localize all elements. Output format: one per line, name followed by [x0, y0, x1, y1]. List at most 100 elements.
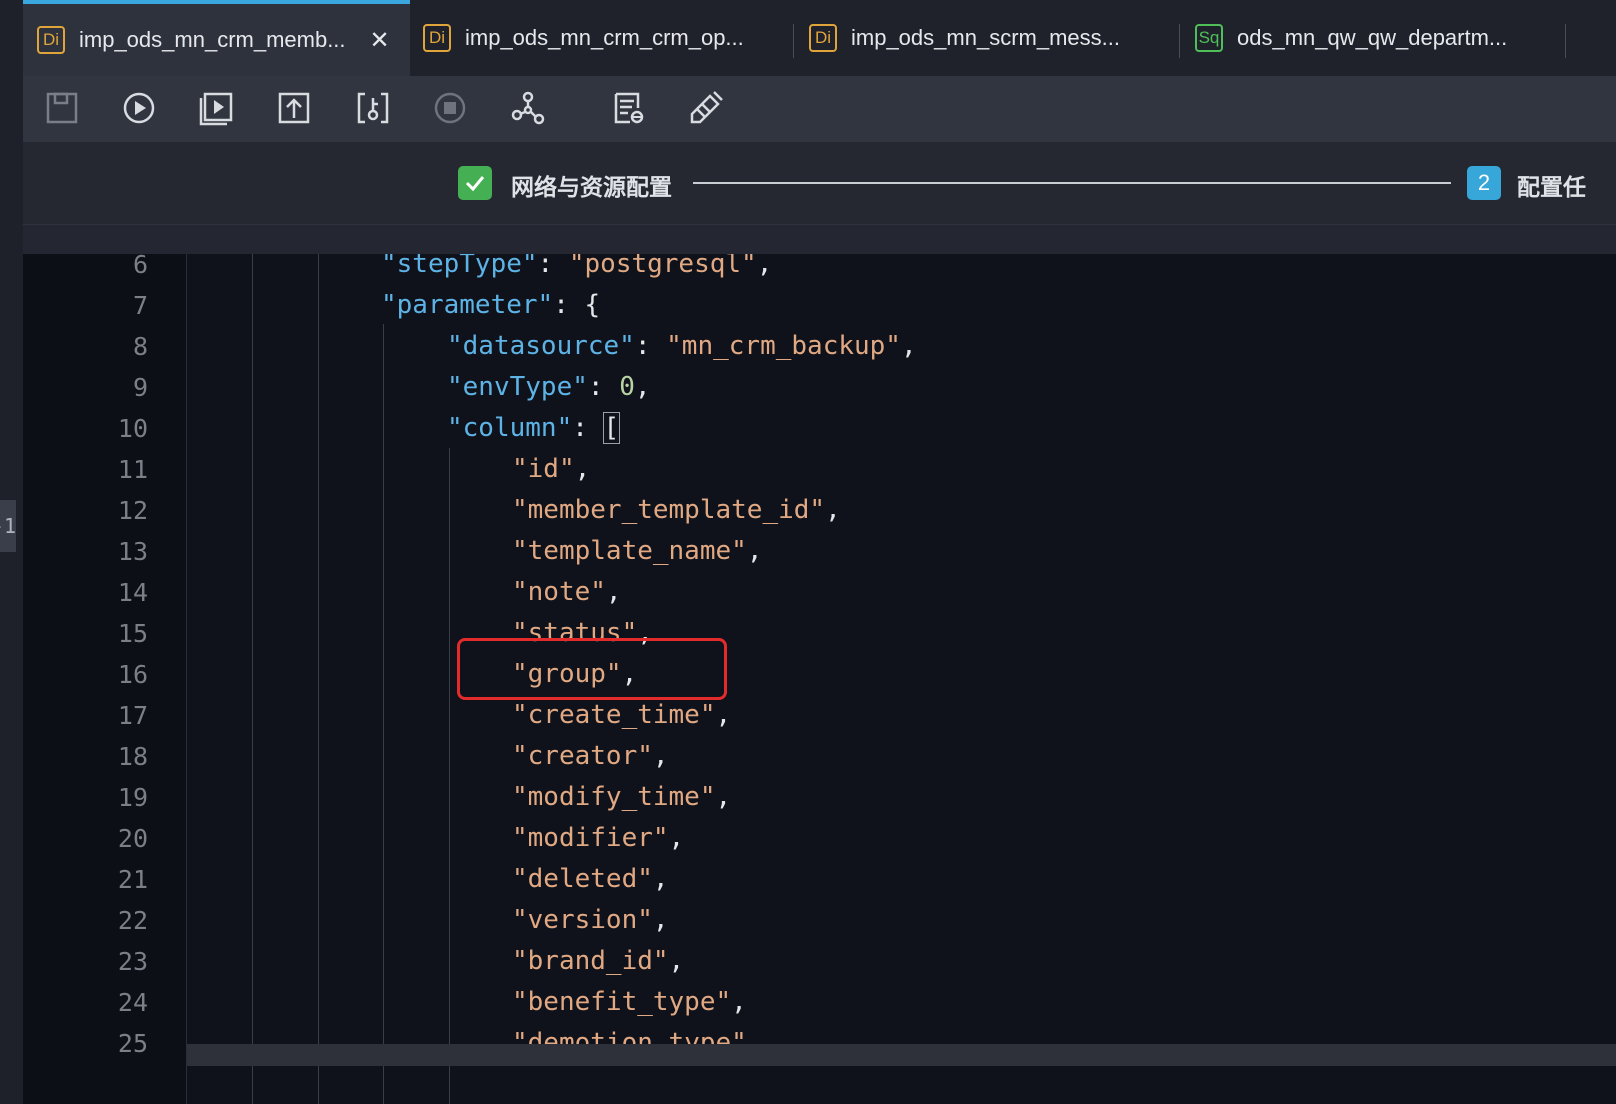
line-number: 17 [117, 701, 148, 730]
json-key: "stepType" [381, 254, 538, 279]
tab-divider [1179, 24, 1180, 58]
code-text: "modify_time", [512, 782, 732, 812]
run-icon[interactable] [119, 88, 159, 128]
column-name: "version" [512, 905, 653, 935]
code-line: 20 "modifier", [23, 818, 1616, 859]
tab-imp-ods-mn-crm-crm-op[interactable]: Di imp_ods_mn_crm_crm_op... [423, 0, 744, 76]
editor-header-band [23, 224, 1616, 254]
line-number: 15 [117, 619, 148, 648]
horizontal-scrollbar[interactable] [187, 1044, 1616, 1066]
code-line: 16 "group", [23, 654, 1616, 695]
code-text: "note", [512, 577, 622, 607]
code-text: "parameter": { [381, 290, 601, 320]
line-number: 13 [117, 537, 148, 566]
code-line: 10 "column": [ [23, 408, 1616, 449]
line-number: 20 [117, 824, 148, 853]
code-line: 22 "version", [23, 900, 1616, 941]
json-string: "mn_crm_backup" [666, 331, 901, 361]
editor-toolbar [23, 76, 1616, 142]
line-number: 9 [132, 373, 148, 402]
tab-imp-ods-mn-crm-memb[interactable]: Di imp_ods_mn_crm_memb... ✕ [23, 0, 410, 76]
code-line: 19 "modify_time", [23, 777, 1616, 818]
save-icon[interactable] [42, 88, 82, 128]
code-line: 23 "brand_id", [23, 941, 1616, 982]
code-text: "modifier", [512, 823, 685, 853]
run-with-params-icon[interactable] [197, 88, 237, 128]
submit-icon[interactable] [274, 88, 314, 128]
left-activity-strip: -1 [0, 0, 23, 1104]
column-name: "creator" [512, 741, 653, 771]
line-number: 24 [117, 988, 148, 1017]
line-number: 25 [117, 1029, 148, 1058]
line-number: 22 [117, 906, 148, 935]
json-key: "datasource" [447, 331, 635, 361]
column-name: "member_template_id" [512, 495, 826, 525]
step-configure-task[interactable]: 配置任 [1517, 168, 1586, 202]
annotation-highlight-box [457, 638, 727, 700]
di-file-icon: Di [423, 24, 451, 52]
code-text: "creator", [512, 741, 669, 771]
stop-icon[interactable] [430, 88, 470, 128]
publish-icon[interactable] [353, 88, 393, 128]
json-number: 0 [619, 372, 635, 402]
code-text: "deleted", [512, 864, 669, 894]
column-name: "modify_time" [512, 782, 716, 812]
diff-marker: -1 [0, 500, 16, 552]
di-file-icon: Di [37, 26, 65, 54]
column-name: "template_name" [512, 536, 747, 566]
tab-title: imp_ods_mn_crm_memb... [79, 27, 346, 52]
code-line: 9 "envType": 0, [23, 367, 1616, 408]
tab-title: imp_ods_mn_scrm_mess... [851, 25, 1120, 50]
tab-imp-ods-mn-scrm-mess[interactable]: Di imp_ods_mn_scrm_mess... [809, 0, 1120, 76]
config-steps-bar: 网络与资源配置 2 配置任 [23, 142, 1616, 224]
line-number: 6 [132, 254, 148, 279]
json-key: "parameter" [381, 290, 554, 320]
tab-divider [1565, 24, 1566, 58]
matched-bracket: [ [602, 412, 621, 444]
close-tab-icon[interactable]: ✕ [370, 26, 390, 55]
code-editor[interactable]: 6 "stepType": "postgresql", 7 "parameter… [23, 254, 1616, 1104]
step-connector-line [693, 182, 1451, 184]
code-line: 24 "benefit_type", [23, 982, 1616, 1023]
line-number: 11 [117, 455, 148, 484]
code-line: 7 "parameter": { [23, 285, 1616, 326]
code-text: "create_time", [512, 700, 732, 730]
code-line: 18 "creator", [23, 736, 1616, 777]
line-number: 10 [117, 414, 148, 443]
line-number: 7 [132, 291, 148, 320]
tab-ods-mn-qw-qw-departm[interactable]: Sq ods_mn_qw_qw_departm... [1195, 0, 1507, 76]
line-number: 16 [117, 660, 148, 689]
editor-tab-bar: Di imp_ods_mn_crm_memb... ✕ Di imp_ods_m… [23, 0, 1616, 76]
code-text: "benefit_type", [512, 987, 747, 1017]
step-network-resource-config[interactable]: 网络与资源配置 [511, 168, 672, 202]
code-line: 11 "id", [23, 449, 1616, 490]
line-number: 19 [117, 783, 148, 812]
code-line: 21 "deleted", [23, 859, 1616, 900]
line-number: 23 [117, 947, 148, 976]
lineage-icon[interactable] [508, 88, 548, 128]
step-number-badge: 2 [1467, 166, 1501, 200]
column-name: "id" [512, 454, 575, 484]
json-key: "column" [447, 413, 573, 443]
code-line: 17 "create_time", [23, 695, 1616, 736]
code-text: "member_template_id", [512, 495, 841, 525]
line-number: 21 [117, 865, 148, 894]
line-number: 12 [117, 496, 148, 525]
column-name: "note" [512, 577, 606, 607]
step-complete-check-icon [458, 166, 492, 200]
line-number: 18 [117, 742, 148, 771]
column-name: "modifier" [512, 823, 669, 853]
code-line: 13 "template_name", [23, 531, 1616, 572]
sql-file-icon: Sq [1195, 24, 1223, 52]
diff-marker-label: -1 [0, 514, 16, 538]
di-file-icon: Di [809, 24, 837, 52]
code-text: "template_name", [512, 536, 763, 566]
code-line: 14 "note", [23, 572, 1616, 613]
code-line: 6 "stepType": "postgresql", [23, 254, 1616, 285]
line-number: 8 [132, 332, 148, 361]
code-text: "datasource": "mn_crm_backup", [447, 331, 917, 361]
code-text: "stepType": "postgresql", [381, 254, 772, 285]
format-icon[interactable] [608, 88, 648, 128]
clean-icon[interactable] [686, 88, 726, 128]
json-string: "postgresql" [568, 254, 757, 279]
